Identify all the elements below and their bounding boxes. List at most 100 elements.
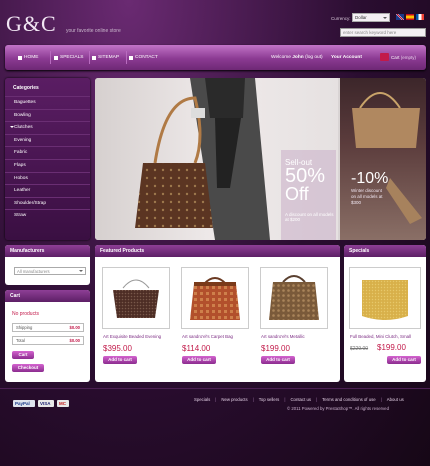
specials-icon	[54, 55, 58, 60]
category-item[interactable]: Bowling	[5, 108, 90, 122]
categories-panel: Categories Baguettes Bowling Clutches Eveni…	[5, 78, 90, 240]
nav-sitemap[interactable]: SITEMAP	[92, 45, 119, 70]
footer-divider	[0, 388, 430, 389]
product-name[interactable]: Art sandro'el's Metallic	[261, 334, 329, 339]
product-image[interactable]	[181, 267, 249, 329]
cart-total-value: $0.00	[69, 338, 80, 343]
logout-link[interactable]: (log out)	[305, 55, 323, 60]
category-item[interactable]: Evening	[5, 133, 90, 147]
main-nav: HOME SPECIALS SITEMAP CONTACT Welcome Jo…	[5, 45, 426, 70]
footer-link-divider: |	[252, 397, 254, 402]
france-flag-icon[interactable]	[416, 14, 424, 20]
cart-icon[interactable]	[380, 53, 389, 61]
add-to-cart-button[interactable]: Add to cart	[182, 356, 216, 364]
payment-icons: PayPal VISA MC	[13, 400, 69, 407]
mastercard-icon: MC	[57, 400, 69, 407]
special-price: $199.00	[377, 343, 406, 352]
product-price: $114.00	[182, 344, 211, 353]
footer-link-divider: |	[316, 397, 318, 402]
cart-total-row: $0.00 Total	[12, 336, 84, 345]
featured-title: Featured Products	[95, 245, 340, 257]
nav-contact[interactable]: CONTACT	[129, 45, 158, 70]
product-price: $199.00	[261, 344, 290, 353]
cart-shipping-label: Shipping	[16, 325, 33, 330]
visa-icon: VISA	[38, 400, 54, 407]
banner-image-main[interactable]: Sell-out 50% Off A discount on all model…	[95, 78, 338, 240]
copyright: © 2011 Powered by PrestaShop™. All right…	[287, 406, 389, 411]
specials-panel: Specials Full Beaded, Mini Clutch, Small…	[344, 245, 426, 382]
search-input[interactable]: enter search keyword here	[340, 28, 426, 37]
footer-link[interactable]: Specials	[194, 397, 210, 402]
welcome-user: John	[292, 55, 304, 60]
cart-empty-text: No products	[12, 311, 39, 317]
featured-products-panel: Featured Products Art Exquisite Beaded E…	[95, 245, 340, 382]
footer-links: Specials | New products | Top sellers | Con…	[194, 397, 404, 402]
cart-shipping-value: $0.00	[69, 325, 80, 330]
gold-clutch-image	[362, 280, 408, 320]
nav-sitemap-label: SITEMAP	[98, 55, 120, 60]
footer: PayPal VISA MC Specials | New products | T…	[0, 388, 430, 466]
cart-shipping-row: $0.00 Shipping	[12, 323, 84, 332]
uk-flag-icon[interactable]	[396, 14, 404, 20]
language-flags	[396, 14, 424, 20]
nav-home[interactable]: HOME	[18, 45, 38, 70]
category-item[interactable]: Flaps	[5, 158, 90, 172]
category-item[interactable]: Straw	[5, 209, 90, 222]
promo-box-winter[interactable]: -10% Winter discount on all models at $3…	[351, 170, 388, 240]
add-to-cart-button[interactable]: Add to cart	[103, 356, 137, 364]
home-icon	[18, 55, 22, 60]
promo-winter-note: Winter discount on all models at $300	[351, 188, 383, 205]
logo[interactable]: G&C	[6, 11, 57, 37]
add-to-cart-button[interactable]: Add to cart	[261, 356, 295, 364]
category-item[interactable]: Baguettes	[5, 96, 90, 109]
product-name[interactable]: Art Exquisite Beaded Evening	[103, 334, 171, 339]
nav-divider	[89, 51, 90, 64]
special-add-to-cart-button[interactable]: Add to cart	[387, 356, 421, 364]
cart-label: Cart	[391, 55, 400, 60]
category-item[interactable]: Leather	[5, 184, 90, 197]
header: G&C your favorite online store Currency:…	[0, 0, 430, 44]
footer-link[interactable]: About us	[387, 397, 404, 402]
nav-specials-label: SPECIALS	[60, 55, 84, 60]
category-item[interactable]: Hobos	[5, 171, 90, 185]
footer-link[interactable]: Top sellers	[259, 397, 280, 402]
welcome-text: Welcome John (log out)	[271, 55, 323, 60]
sitemap-icon	[92, 55, 96, 60]
footer-link[interactable]: New products	[221, 397, 247, 402]
nav-divider	[126, 51, 127, 64]
cart-total-label: Total	[16, 338, 25, 343]
cart-panel: Cart No products $0.00 Shipping $0.00 Tota…	[5, 290, 90, 382]
cart-button[interactable]: Cart	[12, 351, 34, 359]
promo-winter-percent: -10%	[351, 170, 389, 187]
category-item[interactable]: Fabric	[5, 146, 90, 159]
nav-specials[interactable]: SPECIALS	[54, 45, 83, 70]
product-image[interactable]	[260, 267, 328, 329]
specials-title: Specials	[344, 245, 426, 257]
cart-link[interactable]: Cart (empty)	[391, 55, 416, 60]
footer-link-divider: |	[380, 397, 382, 402]
currency-label: Currency:	[331, 16, 351, 21]
footer-link[interactable]: Terms and conditions of use	[322, 397, 376, 402]
spain-flag-icon[interactable]	[406, 14, 414, 20]
banner-slider[interactable]: Sell-out 50% Off A discount on all model…	[95, 78, 426, 240]
promo-sellout-percent: 50%	[285, 165, 326, 187]
manufacturers-title: Manufacturers	[5, 245, 90, 257]
category-item[interactable]: Clutches	[5, 121, 90, 134]
product-image[interactable]	[102, 267, 170, 329]
product-name[interactable]: Art sandro'el's Carpet Bag	[182, 334, 250, 339]
metallic-bag-image	[269, 275, 319, 320]
your-account-link[interactable]: Your Account	[331, 55, 362, 60]
slogan: your favorite online store	[66, 28, 121, 34]
footer-link[interactable]: Contact us	[290, 397, 311, 402]
cart-title: Cart	[5, 290, 90, 302]
special-product-name[interactable]: Full Beaded, Mini Clutch, Small	[350, 334, 422, 339]
currency-select[interactable]: Dollar	[352, 13, 390, 22]
beaded-evening-bag-image	[113, 279, 159, 318]
category-item[interactable]: Shoulder/Strap	[5, 196, 90, 210]
page: G&C your favorite online store Currency:…	[0, 0, 430, 466]
special-product-image[interactable]	[349, 267, 421, 329]
checkout-button[interactable]: Checkout	[12, 364, 44, 372]
nav-divider	[50, 51, 51, 64]
manufacturer-select[interactable]: All manufacturers	[14, 267, 86, 275]
promo-box-sellout[interactable]: Sell-out 50% Off A discount on all model…	[281, 150, 336, 240]
